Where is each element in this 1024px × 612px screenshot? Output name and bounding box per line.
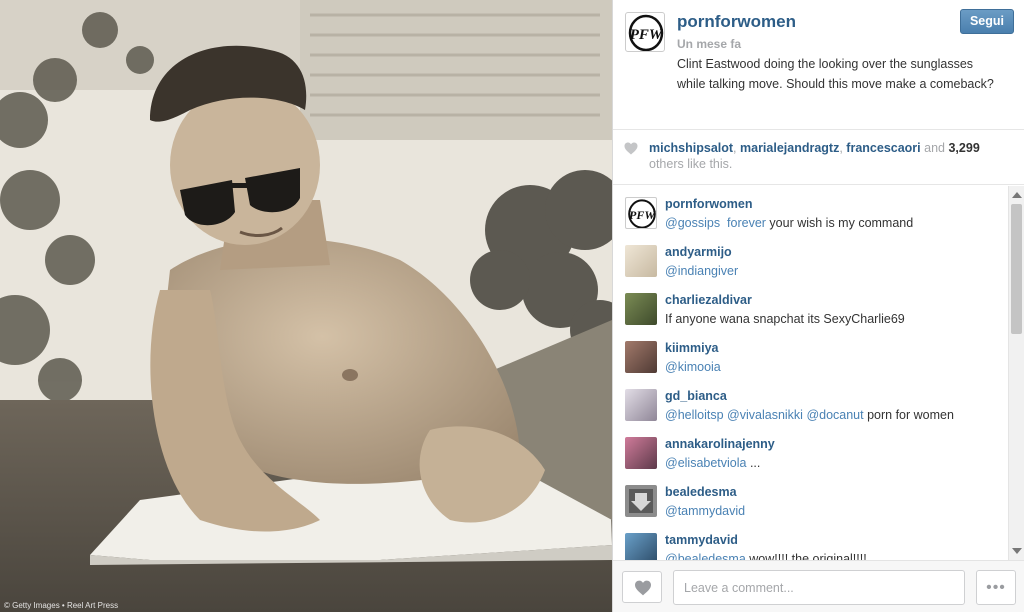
- likes-text: michshipsalot, marialejandragtz, frances…: [649, 141, 980, 171]
- likes-summary: michshipsalot, marialejandragtz, frances…: [613, 130, 1024, 185]
- comment-mention[interactable]: @bealedesma: [665, 552, 746, 560]
- commenter-avatar[interactable]: [625, 389, 657, 421]
- comment-item: gd_bianca @helloitsp @vivalasnikki @doca…: [613, 378, 1009, 426]
- post-header: PFW pornforwomen Un mese fa Clint Eastwo…: [613, 0, 1024, 130]
- comments-scrollbar[interactable]: [1008, 186, 1024, 560]
- comment-body: porn for women: [863, 408, 954, 422]
- commenter-username[interactable]: bealedesma: [665, 484, 1009, 500]
- comment-body: ...: [746, 456, 761, 470]
- comment-mention[interactable]: @tammydavid: [665, 504, 745, 518]
- heart-icon: [624, 142, 638, 155]
- like-button[interactable]: [622, 571, 662, 603]
- commenter-username[interactable]: gd_bianca: [665, 388, 1009, 404]
- comment-text: @kimooia: [665, 358, 1009, 376]
- comment-mention[interactable]: @docanut: [806, 408, 863, 422]
- photo-image: [0, 0, 612, 612]
- comment-text: @elisabetviola ...: [665, 454, 1009, 472]
- photo-credit: © Getty Images • Reel Art Press: [4, 601, 119, 610]
- comment-text: @indiangiver: [665, 262, 1009, 280]
- liker-username[interactable]: marialejandragtz: [740, 141, 839, 155]
- scroll-thumb[interactable]: [1011, 204, 1022, 334]
- comment-mention[interactable]: @gossips: [665, 216, 720, 230]
- post-caption: Clint Eastwood doing the looking over th…: [677, 57, 994, 91]
- commenter-username[interactable]: tammydavid: [665, 532, 1009, 548]
- commenter-avatar[interactable]: [625, 341, 657, 373]
- likes-count[interactable]: 3,299: [948, 141, 979, 155]
- commenter-avatar[interactable]: [625, 533, 657, 560]
- comment-body: wow!!!! the original!!!!: [745, 552, 867, 560]
- commenter-avatar[interactable]: [625, 437, 657, 469]
- commenter-username[interactable]: andyarmijo: [665, 244, 1009, 260]
- comment-item: annakarolinajenny @elisabetviola ...: [613, 426, 1009, 474]
- likes-and: and: [924, 141, 945, 155]
- commenter-avatar[interactable]: [625, 293, 657, 325]
- comment-text: @tammydavid: [665, 502, 1009, 520]
- comment-mention[interactable]: @indiangiver: [665, 264, 738, 278]
- svg-text:PFW: PFW: [630, 27, 664, 43]
- more-options-button[interactable]: •••: [976, 570, 1016, 605]
- comment-text: @gossips forever your wish is my command: [665, 214, 1009, 232]
- commenter-username[interactable]: charliezaldivar: [665, 292, 1009, 308]
- comment-text: If anyone wana snapchat its SexyCharlie6…: [665, 312, 905, 326]
- comment-mention[interactable]: @helloitsp: [665, 408, 724, 422]
- comment-item: andyarmijo @indiangiver: [613, 234, 1009, 282]
- heart-icon: [635, 580, 651, 596]
- post-timestamp[interactable]: Un mese fa: [677, 37, 741, 51]
- comment-mention[interactable]: @vivalasnikki: [727, 408, 803, 422]
- monogram-logo-icon: PFW: [628, 14, 664, 51]
- commenter-avatar[interactable]: [625, 245, 657, 277]
- liker-username[interactable]: francescaori: [846, 141, 920, 155]
- likes-suffix: others like this.: [649, 157, 733, 171]
- commenter-username[interactable]: pornforwomen: [665, 196, 1009, 212]
- owner-avatar[interactable]: PFW: [625, 12, 665, 52]
- liker-username[interactable]: michshipsalot: [649, 141, 733, 155]
- comment-body: your wish is my command: [765, 216, 914, 230]
- comment-mention[interactable]: @kimooia: [665, 360, 721, 374]
- post-details-panel: PFW pornforwomen Un mese fa Clint Eastwo…: [612, 0, 1024, 612]
- scroll-up-arrow-icon[interactable]: [1012, 192, 1022, 198]
- comments-list[interactable]: PFW pornforwomen @gossips forever your w…: [613, 186, 1009, 560]
- comment-item: tammydavid @bealedesma wow!!!! the origi…: [613, 522, 1009, 560]
- comment-text: @bealedesma wow!!!! the original!!!!: [665, 550, 1009, 560]
- comment-hashtag[interactable]: forever: [727, 216, 766, 230]
- comment-text: @helloitsp @vivalasnikki @docanut porn f…: [665, 406, 1009, 424]
- comment-item: bealedesma @tammydavid: [613, 474, 1009, 522]
- comment-input[interactable]: [673, 570, 965, 605]
- svg-text:PFW: PFW: [629, 208, 656, 222]
- comment-mention[interactable]: @elisabetviola: [665, 456, 746, 470]
- comment-item: kiimmiya @kimooia: [613, 330, 1009, 378]
- commenter-avatar[interactable]: [625, 485, 657, 517]
- comment-footer: •••: [613, 560, 1024, 612]
- commenter-username[interactable]: kiimmiya: [665, 340, 1009, 356]
- follow-button[interactable]: Segui: [959, 9, 1014, 34]
- comment-item: charliezaldivar If anyone wana snapchat …: [613, 282, 1009, 330]
- owner-username[interactable]: pornforwomen: [677, 12, 796, 32]
- monogram-logo-icon: PFW: [628, 199, 656, 228]
- scroll-down-arrow-icon[interactable]: [1012, 548, 1022, 554]
- download-arrow-icon: [629, 489, 653, 513]
- post-photo[interactable]: © Getty Images • Reel Art Press: [0, 0, 612, 612]
- comment-item: PFW pornforwomen @gossips forever your w…: [613, 186, 1009, 234]
- commenter-avatar[interactable]: PFW: [625, 197, 657, 229]
- commenter-username[interactable]: annakarolinajenny: [665, 436, 1009, 452]
